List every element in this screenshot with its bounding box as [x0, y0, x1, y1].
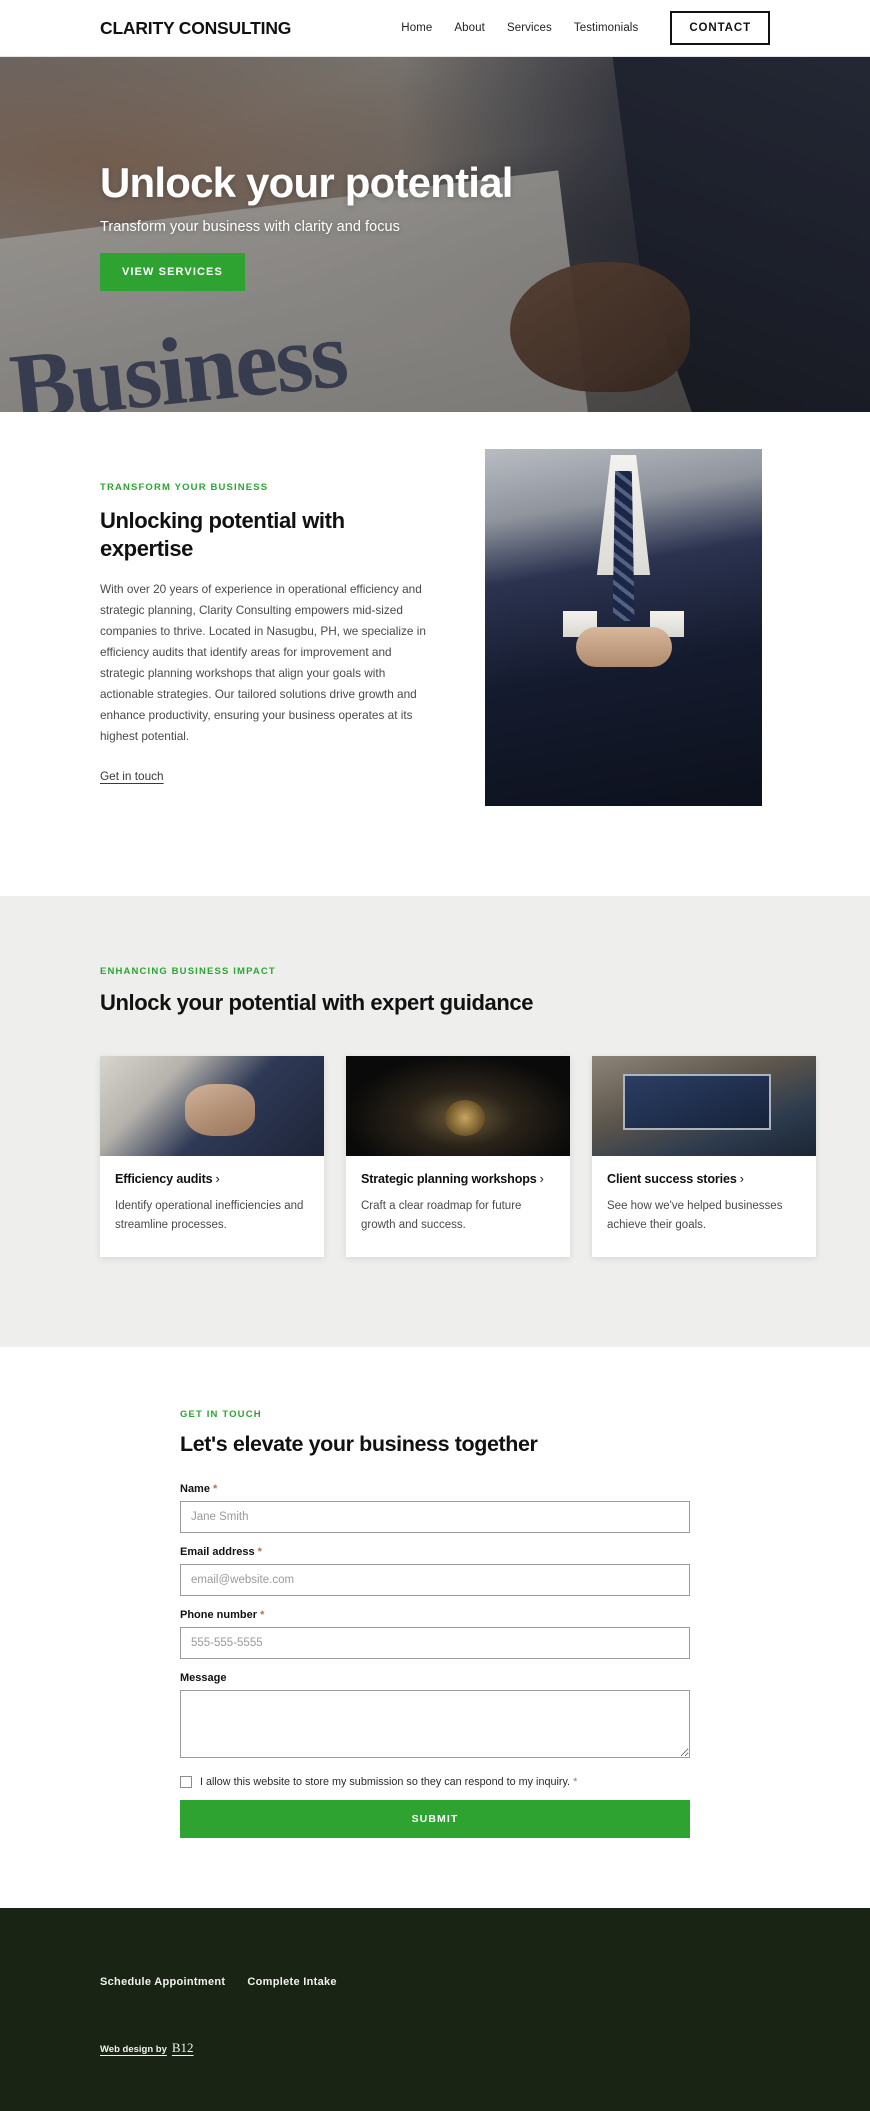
required-asterisk: * — [257, 1545, 262, 1558]
email-label: Email address * — [180, 1546, 690, 1558]
nav-item-services[interactable]: Services — [507, 22, 552, 34]
contact-heading: Let's elevate your business together — [180, 1431, 538, 1456]
required-asterisk: * — [213, 1482, 218, 1495]
contact-form: Name * Email address * Phone number * — [180, 1483, 690, 1838]
email-input[interactable] — [180, 1563, 690, 1596]
required-asterisk: * — [573, 1775, 578, 1788]
footer-link-schedule-appointment[interactable]: Schedule Appointment — [100, 1976, 225, 1988]
contact-section: GET IN TOUCH Let's elevate your business… — [0, 1346, 870, 1908]
footer-link-list: Schedule Appointment Complete Intake — [100, 1976, 770, 1988]
brand-logo[interactable]: CLARITY CONSULTING — [100, 18, 291, 39]
message-textarea[interactable] — [180, 1689, 690, 1758]
service-card-text: See how we've helped businesses achieve … — [607, 1200, 783, 1231]
service-card-title[interactable]: Client success stories › — [607, 1171, 801, 1187]
about-body-text: With over 20 years of experience in oper… — [100, 582, 426, 743]
consent-label: I allow this website to store my submiss… — [200, 1776, 577, 1788]
required-asterisk: * — [260, 1608, 265, 1621]
phone-input[interactable] — [180, 1626, 690, 1659]
name-label-text: Name — [180, 1482, 210, 1495]
hero-content: Unlock your potential Transform your bus… — [0, 57, 870, 292]
about-text-column: TRANSFORM YOUR BUSINESS Unlocking potent… — [100, 482, 435, 785]
service-card-image — [100, 1056, 324, 1156]
main-nav: Home About Services Testimonials CONTACT — [401, 11, 770, 45]
about-heading: Unlocking potential with expertise — [100, 508, 345, 561]
message-field-group: Message — [180, 1672, 690, 1763]
message-label: Message — [180, 1672, 690, 1684]
service-card[interactable]: Client success stories › See how we've he… — [592, 1056, 816, 1257]
service-card-title[interactable]: Strategic planning workshops › — [361, 1171, 555, 1187]
about-image-hands — [575, 627, 672, 667]
service-card-title-text: Efficiency audits — [115, 1172, 213, 1186]
view-services-button[interactable]: VIEW SERVICES — [100, 253, 245, 292]
phone-field-group: Phone number * — [180, 1609, 690, 1659]
about-image-tie — [612, 471, 635, 621]
name-input[interactable] — [180, 1500, 690, 1533]
consent-label-text: I allow this website to store my submiss… — [200, 1775, 571, 1788]
about-eyebrow: TRANSFORM YOUR BUSINESS — [100, 482, 269, 493]
credit-prefix: Web design by — [100, 2043, 167, 2055]
get-in-touch-link[interactable]: Get in touch — [100, 769, 164, 783]
message-label-text: Message — [180, 1671, 227, 1684]
service-card-title-text: Client success stories — [607, 1172, 737, 1186]
email-field-group: Email address * — [180, 1546, 690, 1596]
services-heading: Unlock your potential with expert guidan… — [100, 990, 534, 1015]
name-label: Name * — [180, 1483, 690, 1495]
service-card-body: Client success stories › See how we've he… — [592, 1156, 816, 1257]
phone-label: Phone number * — [180, 1609, 690, 1621]
phone-label-text: Phone number — [180, 1608, 258, 1621]
service-card-body: Efficiency audits › Identify operational … — [100, 1156, 324, 1257]
service-card[interactable]: Strategic planning workshops › Craft a cl… — [346, 1056, 570, 1257]
chevron-right-icon: › — [539, 1172, 544, 1186]
site-header: CLARITY CONSULTING Home About Services T… — [0, 0, 870, 57]
service-card-image — [346, 1056, 570, 1156]
service-card-text: Craft a clear roadmap for future growth … — [361, 1200, 522, 1231]
hero-title: Unlock your potential — [100, 159, 513, 206]
contact-eyebrow: GET IN TOUCH — [180, 1408, 262, 1420]
about-section: TRANSFORM YOUR BUSINESS Unlocking potent… — [0, 412, 870, 896]
page-root: CLARITY CONSULTING Home About Services T… — [0, 0, 870, 2111]
services-section: ENHANCING BUSINESS IMPACT Unlock your po… — [0, 896, 870, 1347]
web-design-credit[interactable]: Web design by B12 — [100, 2040, 194, 2056]
submit-button[interactable]: SUBMIT — [180, 1799, 690, 1838]
service-card[interactable]: Efficiency audits › Identify operational … — [100, 1056, 324, 1257]
services-card-list: Efficiency audits › Identify operational … — [100, 1056, 816, 1257]
service-card-image — [592, 1056, 816, 1156]
email-label-text: Email address — [180, 1545, 255, 1558]
contact-button[interactable]: CONTACT — [670, 11, 770, 45]
site-footer: Schedule Appointment Complete Intake Web… — [0, 1907, 870, 2111]
service-card-body: Strategic planning workshops › Craft a cl… — [346, 1156, 570, 1257]
chevron-right-icon: › — [215, 1172, 220, 1186]
footer-link-complete-intake[interactable]: Complete Intake — [247, 1976, 336, 1988]
credit-brand: B12 — [171, 2039, 194, 2055]
name-field-group: Name * — [180, 1483, 690, 1533]
hero-subtitle: Transform your business with clarity and… — [100, 219, 400, 236]
about-image — [485, 449, 762, 806]
nav-item-testimonials[interactable]: Testimonials — [574, 22, 638, 34]
nav-item-about[interactable]: About — [454, 22, 485, 34]
service-card-text: Identify operational inefficiencies and … — [115, 1200, 304, 1231]
service-card-title-text: Strategic planning workshops — [361, 1172, 537, 1186]
consent-checkbox[interactable] — [180, 1775, 192, 1788]
services-eyebrow: ENHANCING BUSINESS IMPACT — [100, 966, 276, 977]
nav-item-home[interactable]: Home — [401, 22, 432, 34]
chevron-right-icon: › — [739, 1172, 744, 1186]
consent-row: I allow this website to store my submiss… — [180, 1775, 690, 1788]
service-card-title[interactable]: Efficiency audits › — [115, 1171, 309, 1187]
hero-section: Business Unlock your potential Transform… — [0, 57, 870, 412]
